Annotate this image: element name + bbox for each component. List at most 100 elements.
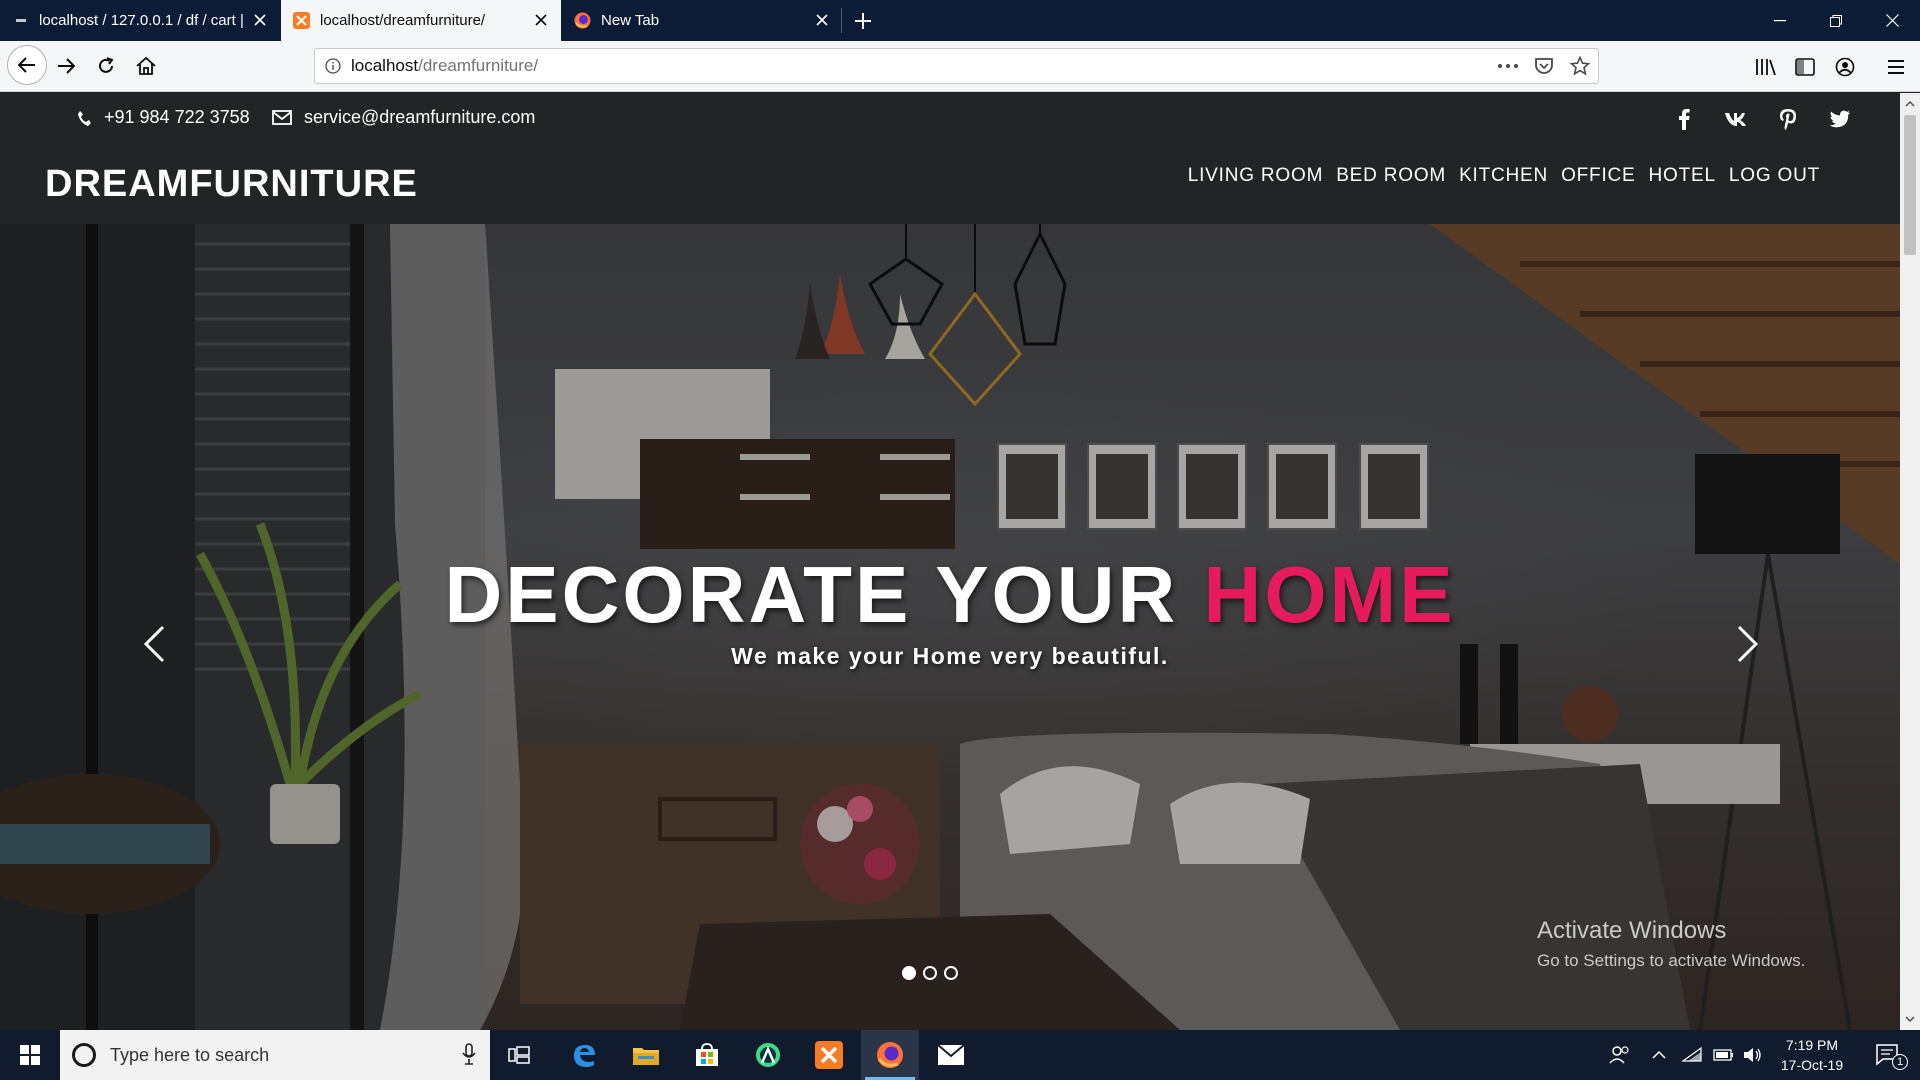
arrow-left-icon	[18, 57, 35, 73]
activation-watermark-subtitle: Go to Settings to activate Windows.	[1537, 951, 1806, 970]
hero-title-accent: HOME	[1203, 550, 1456, 639]
edge-icon[interactable]	[555, 1030, 613, 1080]
browser-toolbar: localhost/dreamfurniture/	[0, 41, 1920, 92]
taskbar-clock[interactable]: 7:19 PM 17-Oct-19	[1762, 1035, 1862, 1075]
hero-carousel: DECORATE YOUR HOME We make your Home ver…	[0, 224, 1900, 1030]
carousel-prev-button[interactable]	[134, 619, 174, 669]
site-logo[interactable]: DREAMFURNITURE	[45, 163, 418, 206]
tab-title: New Tab	[601, 12, 660, 29]
page-viewport: +91 984 722 3758 service@dreamfurniture.…	[0, 93, 1900, 1030]
reload-icon	[99, 57, 114, 73]
account-icon[interactable]	[1831, 53, 1859, 81]
xampp-taskbar-icon[interactable]	[800, 1030, 858, 1080]
phone-contact[interactable]: +91 984 722 3758	[76, 107, 250, 128]
reload-button[interactable]	[89, 49, 123, 83]
chevron-right-icon	[1737, 625, 1759, 663]
tab-dreamfurniture[interactable]: localhost/dreamfurniture/	[281, 0, 561, 41]
carousel-next-button[interactable]	[1728, 619, 1768, 669]
android-studio-icon[interactable]	[739, 1030, 797, 1080]
scrollbar-thumb[interactable]	[1904, 115, 1916, 255]
page-scrollbar[interactable]	[1900, 93, 1920, 1030]
file-explorer-icon[interactable]	[617, 1030, 675, 1080]
windows-logo-icon	[20, 1045, 40, 1065]
task-view-icon[interactable]	[490, 1030, 548, 1080]
info-icon[interactable]	[315, 49, 351, 83]
carousel-dot-1[interactable]	[902, 966, 916, 980]
xampp-icon	[293, 12, 310, 29]
main-menu: LIVING ROOM BED ROOM KITCHEN OFFICE HOTE…	[1188, 165, 1820, 187]
menu-item-living-room[interactable]: LIVING ROOM	[1188, 165, 1323, 187]
pinterest-icon[interactable]	[1776, 107, 1800, 131]
menu-item-bed-room[interactable]: BED ROOM	[1336, 165, 1446, 187]
tab-title: localhost / 127.0.0.1 / df / cart | p	[39, 12, 249, 29]
back-button[interactable]	[7, 45, 47, 85]
page-actions-icon[interactable]	[1496, 54, 1520, 78]
battery-icon[interactable]	[1710, 1030, 1738, 1080]
tab-favicon-icon	[12, 12, 29, 29]
pocket-icon[interactable]	[1532, 54, 1556, 78]
tab-new-tab[interactable]: New Tab	[562, 0, 842, 41]
hero-title: DECORATE YOUR HOME	[0, 549, 1900, 641]
email-contact[interactable]: service@dreamfurniture.com	[272, 107, 535, 128]
menu-item-office[interactable]: OFFICE	[1561, 165, 1635, 187]
mail-icon[interactable]	[922, 1030, 980, 1080]
carousel-dot-3[interactable]	[944, 966, 958, 980]
wifi-icon[interactable]	[1678, 1030, 1706, 1080]
url-text[interactable]: localhost/dreamfurniture/	[351, 56, 538, 76]
clock-date: 17-Oct-19	[1780, 1057, 1844, 1073]
minimize-button[interactable]	[1752, 0, 1808, 41]
search-placeholder: Type here to search	[110, 1044, 270, 1065]
carousel-dot-2[interactable]	[923, 966, 937, 980]
close-icon[interactable]	[531, 10, 551, 30]
twitter-icon[interactable]	[1828, 107, 1852, 131]
address-bar[interactable]: localhost/dreamfurniture/	[314, 48, 1599, 84]
email-address: service@dreamfurniture.com	[304, 107, 536, 127]
library-icon[interactable]	[1752, 53, 1780, 81]
close-window-button[interactable]	[1864, 0, 1920, 41]
vk-icon[interactable]	[1724, 107, 1748, 131]
sidebar-icon[interactable]	[1791, 53, 1819, 81]
chevron-up-icon[interactable]	[1646, 1030, 1672, 1080]
phone-number: +91 984 722 3758	[104, 107, 250, 127]
hamburger-menu-icon[interactable]	[1882, 53, 1910, 81]
hero-title-main: DECORATE YOUR	[444, 550, 1204, 639]
tab-strip: localhost / 127.0.0.1 / df / cart | p lo…	[0, 0, 1920, 41]
menu-item-log-out[interactable]: LOG OUT	[1729, 165, 1820, 187]
hero-subtitle: We make your Home very beautiful.	[731, 643, 1169, 669]
menu-item-kitchen[interactable]: KITCHEN	[1459, 165, 1548, 187]
url-path: /dreamfurniture/	[418, 56, 539, 75]
close-icon[interactable]	[812, 10, 832, 30]
home-button[interactable]	[129, 49, 163, 83]
site-header: +91 984 722 3758 service@dreamfurniture.…	[0, 93, 1900, 224]
tab-title: localhost/dreamfurniture/	[320, 12, 486, 29]
scroll-up-icon[interactable]	[1900, 95, 1920, 113]
cortana-icon	[72, 1043, 96, 1067]
close-icon[interactable]	[250, 10, 270, 30]
firefox-icon	[574, 12, 591, 29]
clock-time: 7:19 PM	[1785, 1037, 1839, 1053]
url-host: localhost	[351, 56, 419, 75]
windows-taskbar: Type here to search 7:19 PM 17-Oct-19 1	[0, 1030, 1920, 1080]
chevron-left-icon	[143, 625, 165, 663]
activation-watermark-title: Activate Windows	[1537, 917, 1727, 944]
menu-item-hotel[interactable]: HOTEL	[1649, 165, 1716, 187]
envelope-icon	[272, 110, 292, 125]
bookmark-star-icon[interactable]	[1568, 54, 1592, 78]
notification-badge: 1	[1892, 1054, 1908, 1070]
start-button[interactable]	[0, 1030, 60, 1080]
new-tab-button[interactable]	[848, 6, 878, 36]
action-center-icon[interactable]: 1	[1866, 1030, 1910, 1080]
people-icon[interactable]	[1602, 1030, 1638, 1080]
taskbar-search-box[interactable]: Type here to search	[60, 1030, 490, 1080]
restore-button[interactable]	[1808, 0, 1864, 41]
microphone-icon[interactable]	[462, 1043, 476, 1070]
tab-phpmyadmin[interactable]: localhost / 127.0.0.1 / df / cart | p	[0, 0, 280, 41]
scroll-down-icon[interactable]	[1900, 1010, 1920, 1028]
phone-icon	[78, 110, 91, 126]
firefox-taskbar-icon[interactable]	[861, 1030, 919, 1080]
forward-button[interactable]	[49, 49, 83, 83]
store-icon[interactable]	[678, 1030, 736, 1080]
facebook-icon[interactable]	[1672, 107, 1696, 131]
carousel-indicators	[902, 966, 958, 980]
social-links	[1672, 107, 1852, 131]
